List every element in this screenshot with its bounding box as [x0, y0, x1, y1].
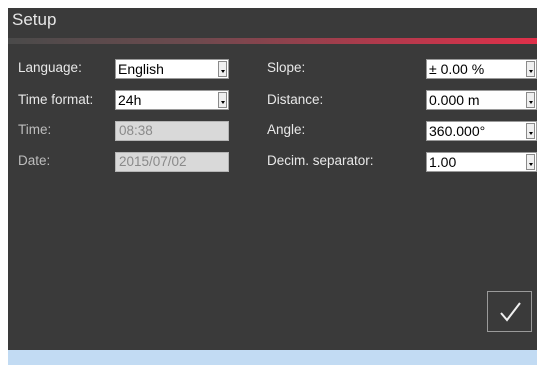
language-label: Language: — [18, 60, 82, 75]
window-title: Setup — [12, 10, 57, 29]
decimal-separator-dropdown[interactable]: 1.00 — [426, 152, 537, 172]
distance-dropdown[interactable]: 0.000 m — [426, 90, 537, 110]
language-value: English — [118, 61, 164, 77]
time-format-dropdown[interactable]: 24h — [115, 90, 229, 110]
distance-label: Distance: — [267, 92, 324, 107]
chevron-down-icon[interactable] — [526, 92, 535, 108]
distance-value: 0.000 m — [429, 92, 480, 108]
slope-value: ± 0.00 % — [429, 61, 485, 77]
slope-label: Slope: — [267, 60, 306, 75]
chevron-down-icon[interactable] — [526, 61, 535, 77]
angle-value: 360.000° — [429, 123, 486, 139]
chevron-down-icon[interactable] — [526, 123, 535, 139]
angle-dropdown[interactable]: 360.000° — [426, 121, 537, 141]
angle-label: Angle: — [267, 122, 306, 137]
title-bar: Setup — [8, 8, 537, 38]
decimal-separator-value: 1.00 — [429, 154, 457, 170]
decimal-separator-label: Decim. separator: — [267, 153, 374, 168]
confirm-button[interactable] — [487, 291, 532, 332]
time-format-label: Time format: — [18, 92, 94, 107]
status-bar — [8, 350, 537, 365]
date-value: 2015/07/02 — [119, 154, 187, 169]
checkmark-icon — [499, 301, 521, 322]
time-field: 08:38 — [115, 121, 229, 141]
time-label: Time: — [18, 122, 52, 137]
time-value: 08:38 — [119, 123, 153, 138]
chevron-down-icon[interactable] — [526, 154, 535, 170]
slope-dropdown[interactable]: ± 0.00 % — [426, 59, 537, 79]
time-format-value: 24h — [118, 92, 142, 108]
title-accent-bar — [8, 38, 537, 44]
date-label: Date: — [18, 153, 51, 168]
language-dropdown[interactable]: English — [115, 59, 229, 79]
chevron-down-icon[interactable] — [218, 92, 227, 108]
date-field: 2015/07/02 — [115, 152, 229, 172]
setup-panel: Setup Language: English Time format: 24h… — [8, 8, 537, 350]
chevron-down-icon[interactable] — [218, 61, 227, 77]
